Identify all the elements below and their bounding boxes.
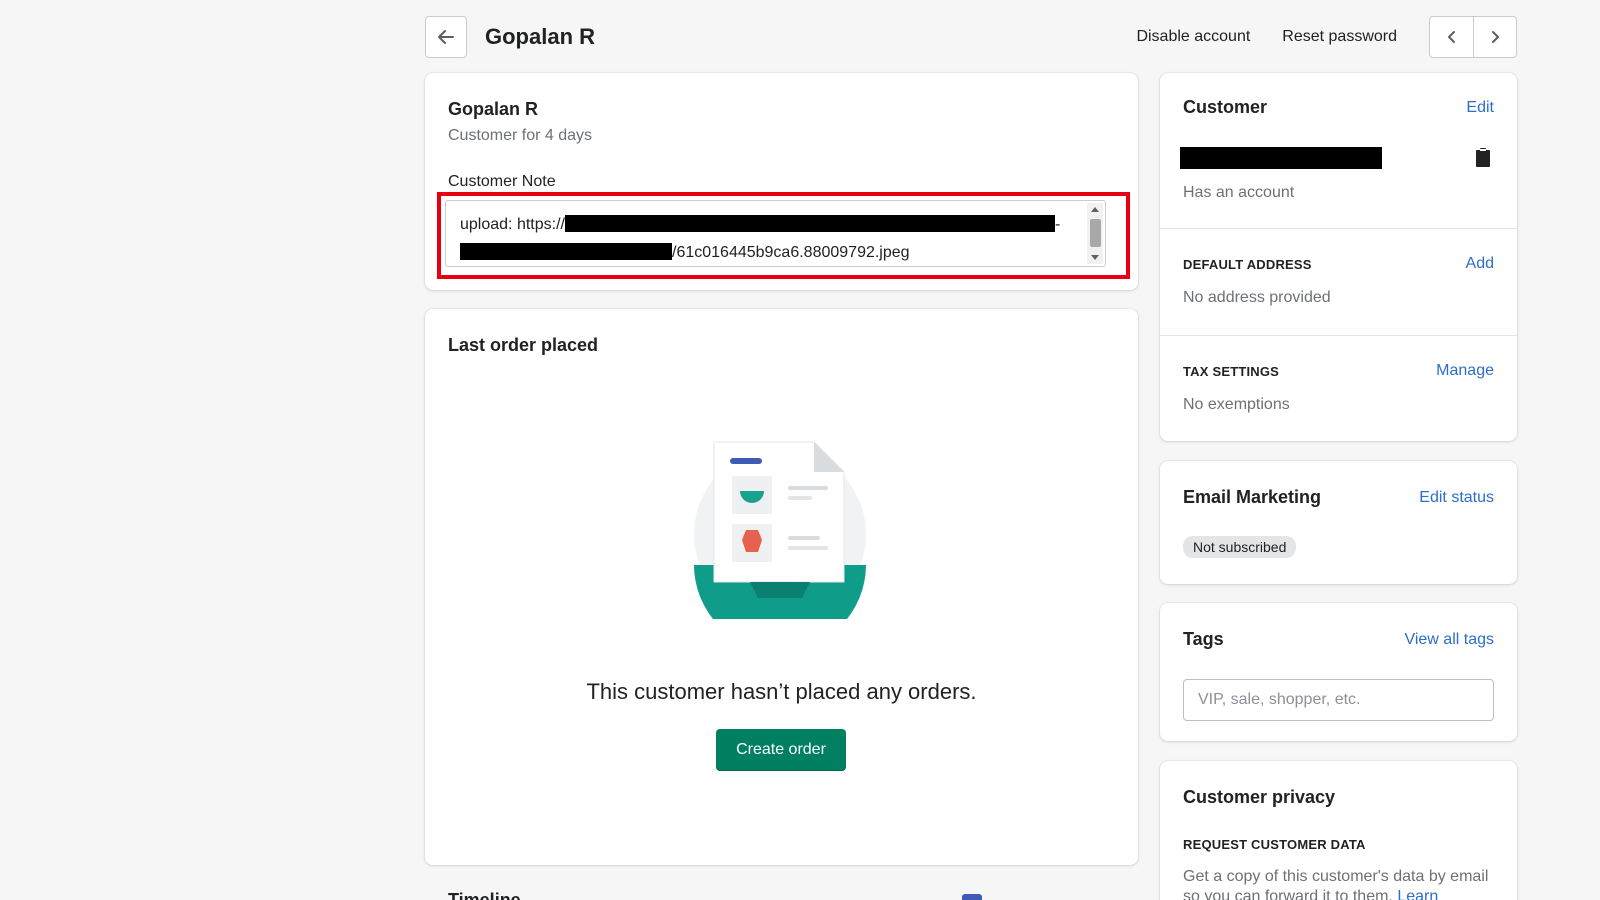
customer-card-title: Customer: [1183, 97, 1268, 117]
note-scrollbar[interactable]: [1087, 203, 1103, 264]
account-status: Has an account: [1183, 184, 1295, 201]
clipboard-icon[interactable]: [1475, 147, 1491, 167]
redaction-bar: [460, 243, 672, 260]
page-header: Gopalan R Disable account Reset password: [425, 16, 1517, 60]
customer-header: Customer Edit: [1183, 97, 1494, 118]
request-data-title: REQUEST CUSTOMER DATA: [1183, 837, 1366, 852]
create-order-button[interactable]: Create order: [716, 729, 846, 771]
scroll-thumb[interactable]: [1090, 219, 1101, 247]
customer-privacy-card: Customer privacy REQUEST CUSTOMER DATA G…: [1160, 761, 1517, 900]
pagination: [1429, 16, 1517, 58]
edit-customer-link[interactable]: Edit: [1466, 99, 1494, 117]
tax-settings-value: No exemptions: [1183, 396, 1290, 413]
show-comments-checkbox[interactable]: [962, 894, 982, 900]
add-address-link[interactable]: Add: [1466, 255, 1494, 273]
scroll-down-arrow-icon[interactable]: [1091, 255, 1099, 260]
timeline-title: Timeline: [448, 890, 521, 900]
redaction-bar: [564, 215, 1055, 232]
highlight-box: upload: https:// - /61c016445b9ca6.880097…: [437, 192, 1130, 279]
status-badge: Not subscribed: [1183, 536, 1297, 558]
subscription-badge-wrap: Not subscribed: [1183, 536, 1297, 558]
disable-account-button[interactable]: Disable account: [1136, 28, 1250, 46]
tags-input[interactable]: [1183, 679, 1494, 721]
note-filename: /61c016445b9ca6.88009792.jpeg: [672, 244, 910, 261]
empty-orders-message: This customer hasn’t placed any orders.: [586, 679, 977, 704]
customer-card: Customer Edit Has an account DEFAULT ADD…: [1160, 73, 1517, 441]
tax-settings-header: TAX SETTINGS Manage: [1183, 362, 1494, 380]
last-order-card: Last order placed This customer hasn’t p…: [425, 309, 1138, 865]
email-marketing-title: Email Marketing: [1183, 487, 1322, 507]
customer-summary-card: Gopalan R Customer for 4 days Customer N…: [425, 73, 1138, 290]
empty-orders-illustration: [694, 441, 866, 619]
customer-section: Customer Edit Has an account: [1160, 73, 1517, 228]
note-line1-suffix: -: [1054, 216, 1061, 233]
tax-settings-section: TAX SETTINGS Manage No exemptions: [1160, 335, 1517, 441]
default-address-value: No address provided: [1183, 289, 1331, 306]
back-button[interactable]: [425, 16, 467, 58]
tags-card: Tags View all tags: [1160, 603, 1517, 741]
customer-note-label: Customer Note: [448, 173, 556, 190]
edit-status-link[interactable]: Edit status: [1419, 489, 1494, 507]
tax-settings-title: TAX SETTINGS: [1183, 363, 1280, 379]
note-line-1: upload: https:// -: [460, 211, 1065, 239]
note-url-prefix: upload: https://: [460, 216, 565, 233]
request-data-text: Get a copy of this customer's data by em…: [1183, 867, 1493, 900]
default-address-section: DEFAULT ADDRESS Add No address provided: [1160, 228, 1517, 335]
arrow-left-icon: [438, 30, 454, 44]
redacted-email: [1180, 147, 1382, 169]
header-actions: Disable account Reset password: [1136, 16, 1517, 58]
customer-privacy-title: Customer privacy: [1183, 787, 1336, 807]
reset-password-button[interactable]: Reset password: [1282, 28, 1397, 46]
email-marketing-header: Email Marketing Edit status: [1183, 487, 1494, 508]
chevron-right-icon: [1492, 31, 1499, 43]
learn-more-link[interactable]: Learn: [1397, 888, 1438, 900]
customer-note-textarea[interactable]: upload: https:// - /61c016445b9ca6.880097…: [445, 200, 1106, 267]
customer-name: Gopalan R: [448, 99, 539, 119]
email-marketing-card: Email Marketing Edit status Not subscrib…: [1160, 461, 1517, 584]
page-title: Gopalan R: [485, 24, 596, 49]
tags-title: Tags: [1183, 629, 1224, 649]
default-address-header: DEFAULT ADDRESS Add: [1183, 255, 1494, 273]
tags-header: Tags View all tags: [1183, 629, 1494, 650]
next-customer-button[interactable]: [1473, 17, 1516, 57]
view-all-tags-link[interactable]: View all tags: [1404, 631, 1494, 649]
chevron-left-icon: [1447, 31, 1455, 43]
last-order-title: Last order placed: [448, 335, 599, 355]
note-line-2: /61c016445b9ca6.88009792.jpeg: [460, 239, 1065, 266]
default-address-title: DEFAULT ADDRESS: [1183, 256, 1312, 272]
manage-tax-link[interactable]: Manage: [1436, 362, 1494, 380]
request-data-description: Get a copy of this customer's data by em…: [1183, 868, 1489, 900]
scroll-up-arrow-icon[interactable]: [1091, 207, 1099, 212]
customer-since: Customer for 4 days: [448, 127, 593, 144]
previous-customer-button[interactable]: [1430, 17, 1473, 57]
